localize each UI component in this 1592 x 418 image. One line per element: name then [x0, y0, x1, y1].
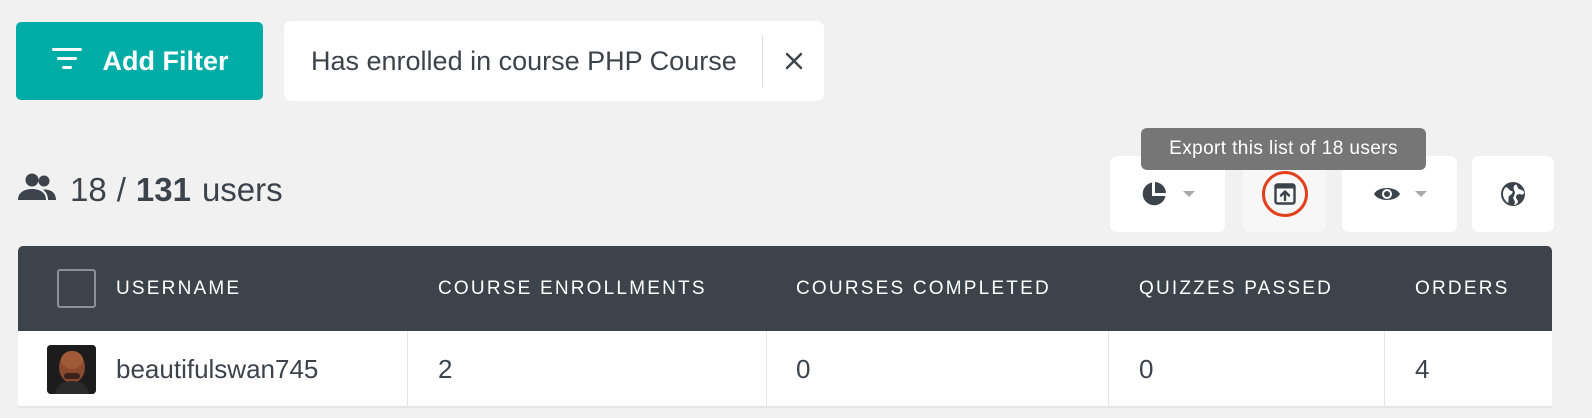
select-all-checkbox[interactable]	[57, 269, 96, 308]
cell-course-enrollments: 2	[438, 354, 453, 384]
shown-count: 18	[70, 171, 107, 208]
globe-button[interactable]	[1472, 156, 1554, 232]
close-icon[interactable]	[763, 21, 824, 101]
column-divider	[1108, 331, 1109, 408]
column-header-username[interactable]: USERNAME	[116, 246, 241, 331]
users-table: USERNAME COURSE ENROLLMENTS COURSES COMP…	[18, 246, 1552, 418]
table-header: USERNAME COURSE ENROLLMENTS COURSES COMP…	[18, 246, 1552, 331]
avatar	[47, 345, 96, 394]
active-filter-label: Has enrolled in course PHP Course	[311, 45, 737, 76]
column-divider	[766, 331, 767, 408]
total-count: 131	[135, 171, 191, 208]
count-separator: /	[116, 171, 126, 208]
column-divider	[407, 331, 408, 408]
add-filter-button[interactable]: Add Filter	[16, 22, 263, 100]
chevron-down-icon	[1182, 191, 1195, 197]
cell-quizzes-passed: 0	[1139, 354, 1154, 384]
globe-icon	[1500, 181, 1526, 207]
chevron-down-icon	[1414, 191, 1427, 197]
cell-courses-completed: 0	[796, 354, 811, 384]
active-filter-chip[interactable]: Has enrolled in course PHP Course	[284, 21, 824, 101]
column-header-course-enrollments[interactable]: COURSE ENROLLMENTS	[438, 246, 707, 331]
column-divider	[1384, 331, 1385, 408]
cell-username[interactable]: beautifulswan745	[116, 331, 318, 408]
export-icon	[1261, 171, 1308, 217]
cell-orders: 4	[1415, 354, 1430, 384]
export-tooltip: Export this list of 18 users	[1141, 128, 1426, 170]
filter-lines-icon	[51, 46, 83, 77]
column-header-courses-completed[interactable]: COURSES COMPLETED	[796, 246, 1051, 331]
column-header-orders[interactable]: ORDERS	[1415, 246, 1510, 331]
table-row[interactable]: beautifulswan745 2 0 0 4	[18, 331, 1552, 408]
add-filter-label: Add Filter	[102, 45, 229, 76]
users-icon	[17, 171, 70, 209]
column-header-quizzes-passed[interactable]: QUIZZES PASSED	[1139, 246, 1333, 331]
count-unit: users	[201, 171, 283, 208]
pie-chart-icon	[1141, 181, 1167, 207]
user-count: 18 / 131 users	[17, 168, 283, 212]
eye-icon	[1373, 184, 1401, 204]
